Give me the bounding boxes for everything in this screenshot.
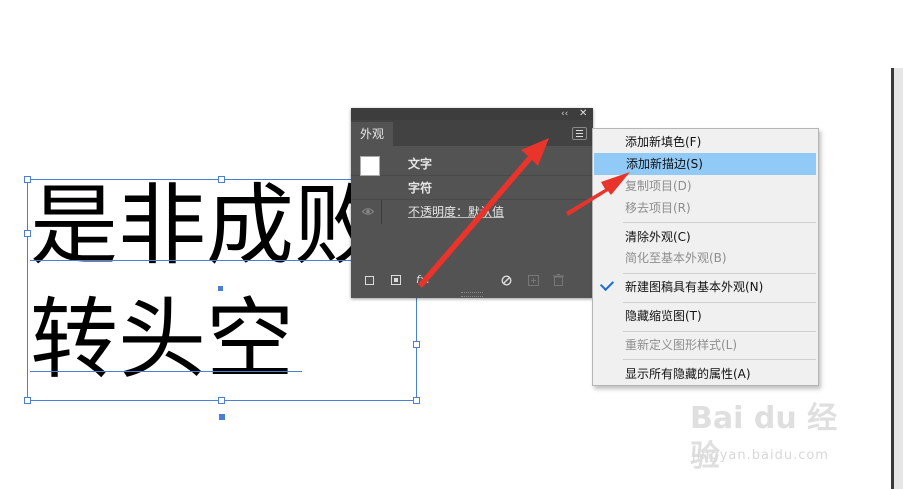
- red-arrow-icon: [418, 138, 549, 288]
- red-arrow-icon: [566, 172, 630, 216]
- watermark-url: jingyan.baidu.com: [692, 448, 829, 463]
- watermark-logo: Bai du 经验: [690, 401, 838, 474]
- illustrator-workspace: 是非成败 转头空 ‹‹ ✕ 外观 文字 字符 不透明度：默认值 添加新填色(F)…: [0, 0, 903, 489]
- baidu-jingyan-watermark: Bai du 经验 jingyan.baidu.com: [690, 392, 860, 474]
